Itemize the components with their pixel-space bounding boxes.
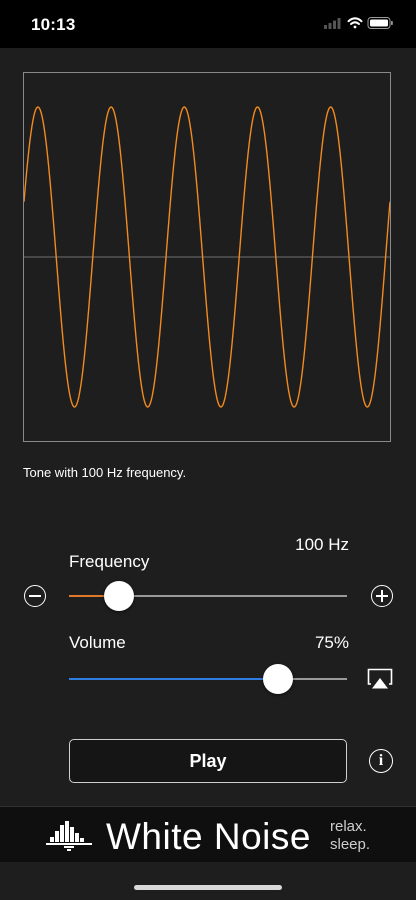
frequency-value: 100 Hz [295,535,349,554]
minus-circle-icon [29,595,41,597]
status-bar: 10:13 [0,0,416,48]
signal-icon [324,18,341,29]
waveform-graph [24,106,390,408]
info-icon[interactable]: i [369,749,393,773]
waveform-display [23,72,391,442]
plus-circle-icon-vertical [381,590,383,602]
volume-value: 75% [314,633,349,652]
frequency-decrease-button[interactable] [24,585,46,607]
battery-icon [367,17,393,29]
volume-slider-fill [69,678,278,680]
play-button[interactable]: Play [69,739,347,783]
wifi-icon [347,17,363,29]
white-noise-logo-icon [46,821,92,851]
home-indicator[interactable] [134,885,282,890]
home-area [0,862,416,900]
volume-slider-thumb[interactable] [262,664,293,694]
frequency-slider-thumb[interactable] [104,581,135,611]
brand-name: White Noise [106,816,311,857]
volume-label: Volume [69,633,126,652]
status-icons [324,16,394,32]
frequency-increase-button[interactable] [371,585,393,607]
tagline-relax: relax. [330,818,367,835]
white-noise-banner[interactable]: White Noise relax. sleep. [0,806,416,863]
tagline-sleep: sleep. [330,836,371,853]
airplay-icon[interactable] [367,668,393,690]
frequency-label: Frequency [69,552,150,571]
tone-description: Tone with 100 Hz frequency. [23,465,187,480]
status-time: 10:13 [31,15,76,34]
